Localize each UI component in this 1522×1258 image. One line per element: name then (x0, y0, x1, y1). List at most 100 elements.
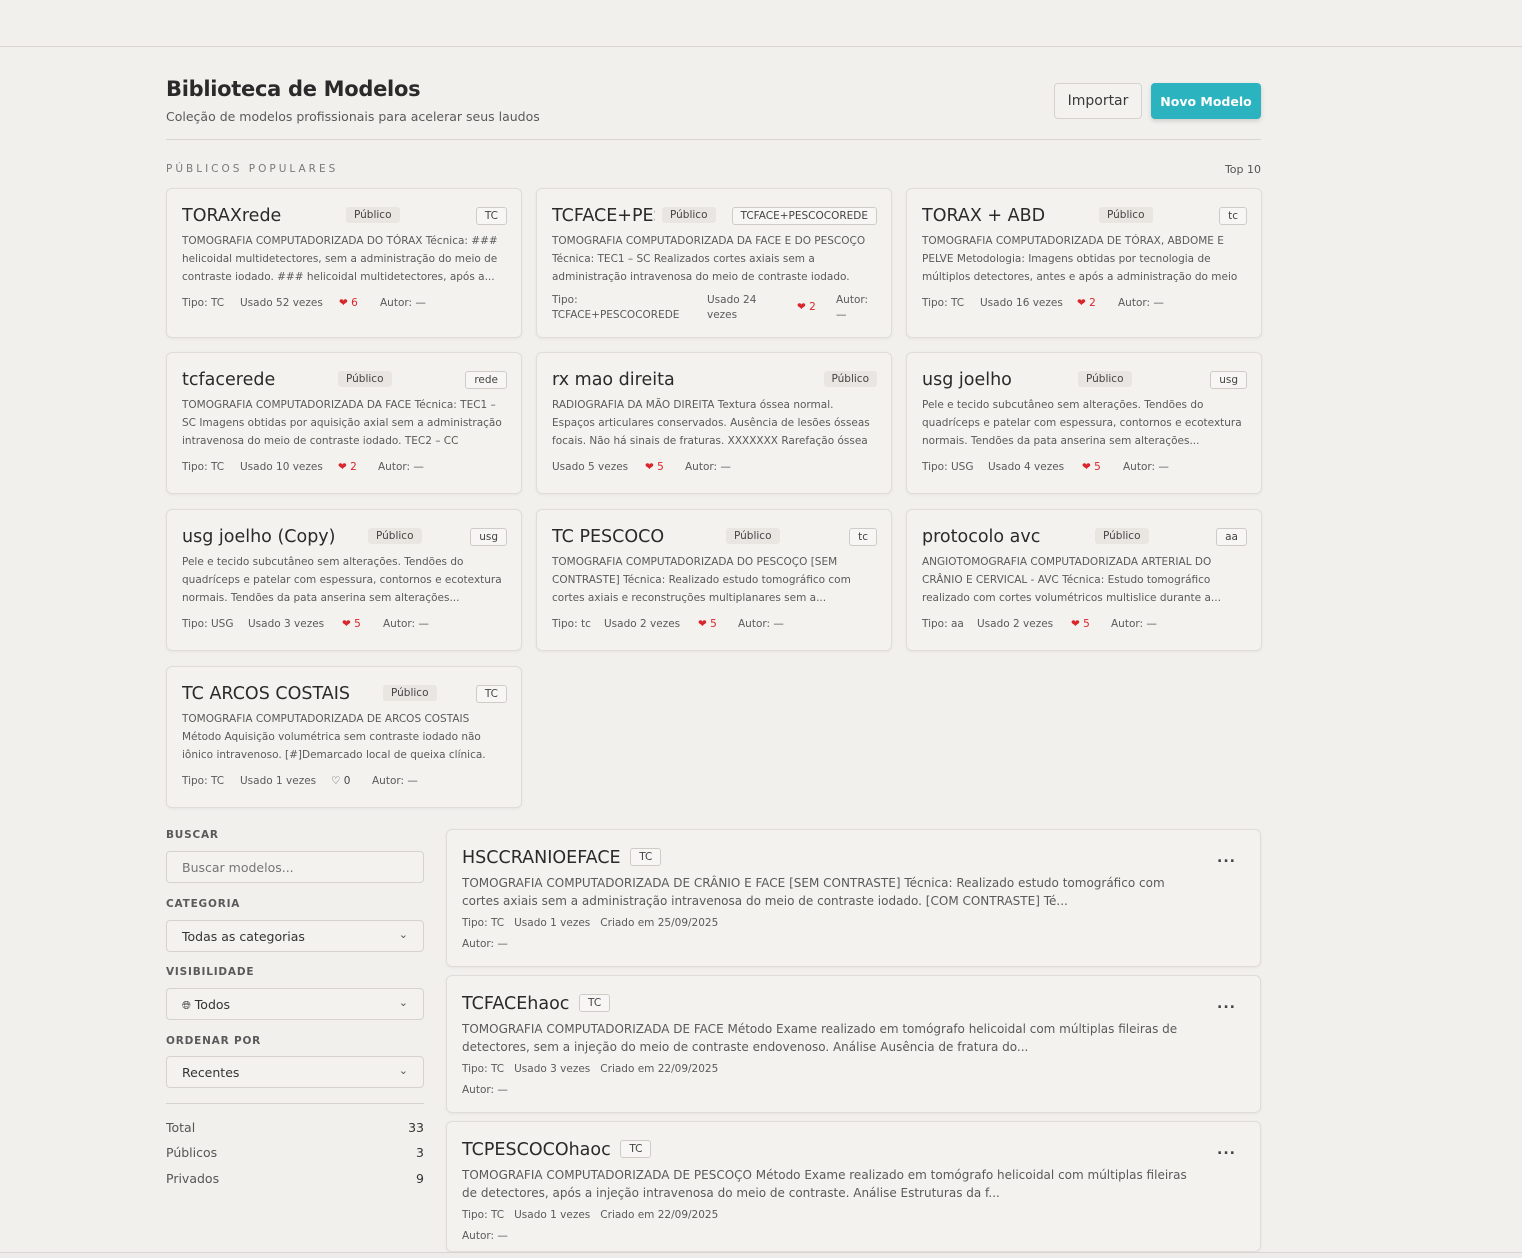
likes-count: 2 (809, 301, 816, 313)
likes[interactable]: ❤ 2 (1077, 297, 1096, 309)
card-type: Tipo: USG (922, 461, 974, 473)
visibility-label: VISIBILIDADE (166, 966, 255, 978)
more-options-icon[interactable]: ... (1217, 850, 1236, 866)
category-tag: usg (1210, 371, 1247, 389)
model-list-item[interactable]: HSCCRANIOEFACE TC ... TOMOGRAFIA COMPUTA… (446, 829, 1261, 967)
model-type: Tipo: TC (462, 1063, 505, 1075)
model-usage: Usado 3 vezes (514, 1063, 591, 1075)
top-bar (0, 0, 1522, 47)
more-options-icon[interactable]: ... (1217, 1142, 1236, 1158)
stat-public: Públicos 3 (166, 1145, 424, 1161)
model-title-text: HSCCRANIOEFACE (462, 848, 621, 868)
likes[interactable]: ❤ 5 (645, 461, 664, 473)
model-usage: Usado 1 vezes (514, 917, 591, 929)
card-usage: Usado 2 vezes (604, 618, 681, 630)
likes[interactable]: ❤ 5 (1071, 618, 1090, 630)
stat-value: 3 (416, 1145, 424, 1160)
stat-label: Total (166, 1120, 196, 1135)
popular-card[interactable]: protocolo avc Público aa ANGIOTOMOGRAFIA… (906, 509, 1262, 651)
card-type: Tipo: TC (922, 297, 965, 309)
category-tag: TC (630, 848, 662, 866)
card-title: TC PESCOCO (552, 527, 665, 547)
visibility-select[interactable]: 🌐︎ Todos ⌄ (166, 988, 424, 1020)
popular-card[interactable]: TORAX + ABD Público tc TOMOGRAFIA COMPUT… (906, 188, 1262, 338)
model-created: Criado em 22/09/2025 (600, 1209, 719, 1221)
card-author: Autor: — (380, 297, 426, 309)
globe-icon: 🌐︎ (182, 999, 191, 1012)
popular-card[interactable]: usg joelho (Copy) Público usg Pele e tec… (166, 509, 522, 651)
heart-outline-icon: ♡ (331, 775, 341, 787)
order-label: ORDENAR POR (166, 1035, 262, 1047)
card-description: Pele e tecido subcutâneo sem alterações.… (922, 399, 1242, 447)
card-usage: Usado 24 vezes (707, 294, 757, 321)
likes[interactable]: ❤ 2 (338, 461, 357, 473)
more-options-icon[interactable]: ... (1217, 996, 1236, 1012)
page-subtitle: Coleção de modelos profissionais para ac… (166, 109, 540, 124)
likes[interactable]: ❤ 5 (698, 618, 717, 630)
visibility-value-text: Todos (194, 997, 231, 1012)
model-list-item[interactable]: TCPESCOCOhaoc TC ... TOMOGRAFIA COMPUTAD… (446, 1121, 1261, 1252)
card-title: TORAX + ABD (922, 206, 1046, 226)
model-title-text: TCFACEhaoc (462, 994, 570, 1014)
likes-count: 0 (343, 775, 351, 787)
search-label: BUSCAR (166, 829, 219, 841)
card-title: TC ARCOS COSTAIS (182, 684, 351, 704)
new-model-button[interactable]: Novo Modelo (1151, 83, 1261, 119)
model-list-item[interactable]: TCFACEhaoc TC ... TOMOGRAFIA COMPUTADORI… (446, 975, 1261, 1113)
likes[interactable]: ❤ 5 (1082, 461, 1101, 473)
model-created: Criado em 22/09/2025 (600, 1063, 719, 1075)
category-tag: rede (465, 371, 507, 389)
card-description: TOMOGRAFIA COMPUTADORIZADA DA FACE Técni… (182, 399, 502, 447)
card-author: Autor: — (738, 618, 784, 630)
card-type: Tipo: TC (182, 775, 225, 787)
card-title: protocolo avc (922, 527, 1041, 547)
likes[interactable]: ❤ 6 (339, 297, 358, 309)
card-author: Autor: — (1111, 618, 1157, 630)
card-description: TOMOGRAFIA COMPUTADORIZADA DE ARCOS COST… (182, 713, 486, 761)
likes-count: 5 (1094, 461, 1101, 473)
order-select[interactable]: Recentes ⌄ (166, 1056, 424, 1088)
popular-card[interactable]: TORAXrede Público TC TOMOGRAFIA COMPUTAD… (166, 188, 522, 338)
popular-card[interactable]: TC PESCOCO Público tc TOMOGRAFIA COMPUTA… (536, 509, 892, 651)
import-button[interactable]: Importar (1054, 83, 1142, 119)
popular-section-label: PÚBLICOS POPULARES (166, 163, 339, 175)
stats-panel: Total 33 Públicos 3 Privados 9 (166, 1103, 424, 1186)
popular-card[interactable]: usg joelho Público usg Pele e tecido sub… (906, 352, 1262, 494)
category-label: CATEGORIA (166, 898, 241, 910)
chevron-down-icon: ⌄ (398, 1064, 408, 1077)
popular-card[interactable]: tcfacerede Público rede TOMOGRAFIA COMPU… (166, 352, 522, 494)
card-author: Autor: — (1123, 461, 1169, 473)
model-meta: Tipo: TC Usado 1 vezes Criado em 22/09/2… (462, 1209, 718, 1221)
category-tag: tc (1219, 207, 1247, 225)
model-title-text: TCPESCOCOhaoc (462, 1140, 611, 1160)
model-meta: Tipo: TC Usado 3 vezes Criado em 22/09/2… (462, 1063, 718, 1075)
likes[interactable]: ♡ 0 (331, 775, 350, 787)
page-title: Biblioteca de Modelos (166, 77, 421, 101)
card-title: TCFACE+PESCOCOREDE (552, 206, 655, 226)
card-description: TOMOGRAFIA COMPUTADORIZADA DE TÓRAX, ABD… (922, 235, 1238, 283)
popular-card[interactable]: TCFACE+PESCOCOREDE Público TCFACE+PESCOC… (536, 188, 892, 338)
public-badge: Público (823, 371, 877, 387)
card-type: Tipo: TC (182, 461, 225, 473)
category-select[interactable]: Todas as categorias ⌄ (166, 920, 424, 952)
likes[interactable]: ❤ 2 (797, 301, 816, 313)
public-badge: Público (662, 207, 716, 223)
search-input[interactable] (166, 851, 424, 883)
heart-icon: ❤ (342, 618, 351, 630)
category-tag: TC (475, 207, 507, 225)
public-badge: Público (346, 207, 400, 223)
card-usage: Usado 52 vezes (240, 297, 323, 309)
popular-card[interactable]: rx mao direita Público RADIOGRAFIA DA MÃ… (536, 352, 892, 494)
likes[interactable]: ❤ 5 (342, 618, 361, 630)
likes-count: 6 (351, 297, 358, 309)
heart-icon: ❤ (645, 461, 654, 473)
card-author: Autor: — (372, 775, 418, 787)
likes-count: 5 (354, 618, 361, 630)
likes-count: 5 (1083, 618, 1090, 630)
public-badge: Público (368, 528, 422, 544)
public-badge: Público (338, 371, 392, 387)
heart-icon: ❤ (797, 301, 806, 313)
likes-count: 5 (710, 618, 717, 630)
card-author: Autor: — (383, 618, 429, 630)
popular-card[interactable]: TC ARCOS COSTAIS Público TC TOMOGRAFIA C… (166, 666, 522, 808)
